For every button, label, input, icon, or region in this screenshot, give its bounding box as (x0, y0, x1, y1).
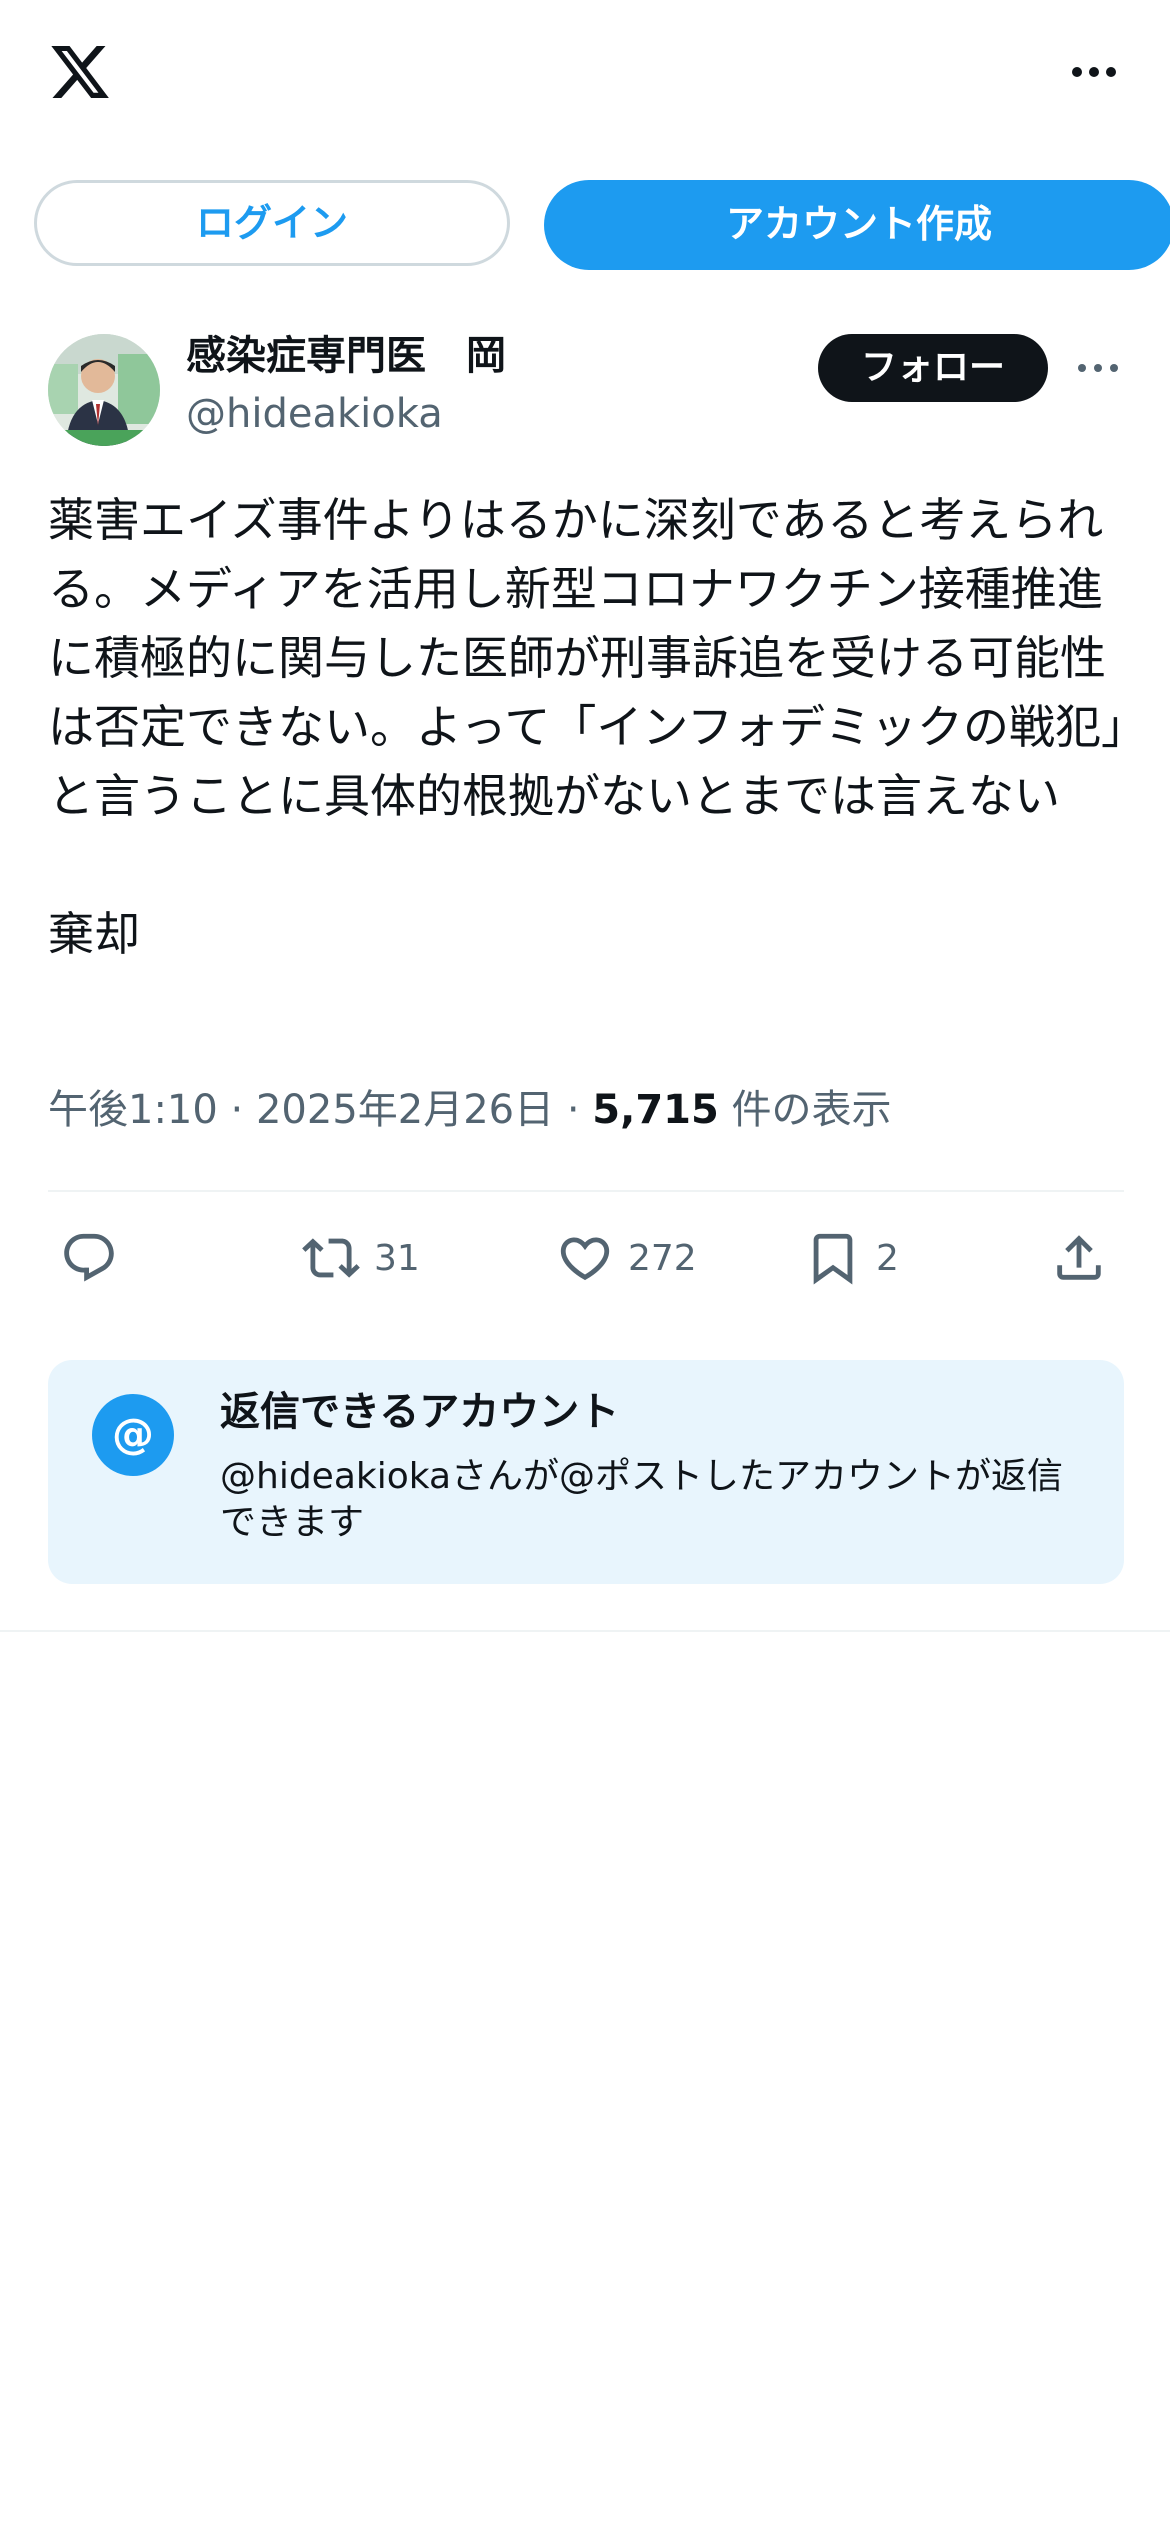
divider (0, 1630, 1170, 1632)
avatar-image (48, 334, 160, 446)
reply-icon (64, 1233, 114, 1282)
reply-settings-title: 返信できるアカウント (220, 1389, 620, 1435)
top-bar (0, 0, 1170, 150)
views-count: 5,715 (592, 1087, 719, 1133)
reply-settings-notice: @ 返信できるアカウント @hideakiokaさんが@ポストしたアカウントが返… (48, 1360, 1124, 1584)
tweet-date[interactable]: 2025年2月26日 (256, 1087, 554, 1133)
action-bar: 31 272 2 (0, 1218, 1170, 1298)
bookmark-icon (813, 1233, 853, 1285)
bookmark-count: 2 (876, 1237, 899, 1279)
retweet-button[interactable]: 31 (302, 1218, 420, 1298)
follow-button[interactable]: フォロー (818, 334, 1048, 402)
avatar[interactable] (48, 334, 160, 446)
divider (48, 1190, 1124, 1192)
meta-separator: · (566, 1087, 580, 1133)
share-icon (1057, 1235, 1101, 1280)
reply-settings-description: @hideakiokaさんが@ポストしたアカウントが返信できます (220, 1456, 1064, 1543)
at-sign-icon: @ (92, 1394, 174, 1476)
reply-button[interactable] (60, 1218, 118, 1298)
heart-icon (560, 1237, 610, 1281)
author-handle[interactable]: @hideakioka (186, 388, 443, 440)
auth-buttons: ログイン アカウント作成 (34, 180, 1170, 270)
tweet-text: 薬害エイズ事件よりはるかに深刻であると考えられる。メディアを活用し新型コロナワク… (48, 493, 1124, 961)
more-horizontal-icon[interactable] (1070, 58, 1118, 86)
like-count: 272 (628, 1237, 697, 1279)
tweet-author: 感染症専門医 岡 @hideakioka フォロー (48, 330, 1128, 450)
create-account-button[interactable]: アカウント作成 (544, 180, 1170, 270)
bookmark-button[interactable]: 2 (804, 1218, 899, 1298)
retweet-icon (302, 1238, 360, 1278)
meta-separator: · (230, 1087, 244, 1133)
like-button[interactable]: 272 (556, 1218, 697, 1298)
share-button[interactable] (1050, 1218, 1108, 1298)
login-button[interactable]: ログイン (34, 180, 510, 266)
views-label: 件の表示 (731, 1087, 892, 1133)
tweet-metadata: 午後1:10 · 2025年2月26日 · 5,715 件の表示 (48, 1080, 892, 1140)
x-logo-icon[interactable] (46, 40, 114, 104)
author-name[interactable]: 感染症専門医 岡 (186, 330, 506, 382)
more-horizontal-icon[interactable] (1076, 358, 1120, 378)
tweet-time[interactable]: 午後1:10 (48, 1087, 218, 1133)
retweet-count: 31 (374, 1237, 420, 1279)
